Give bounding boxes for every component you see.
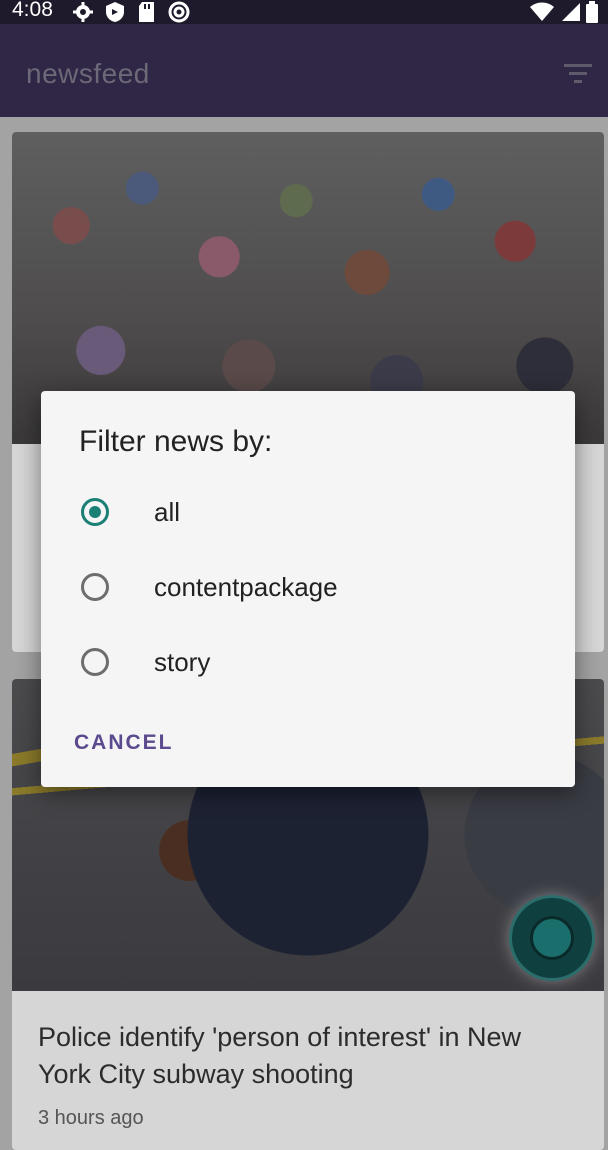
- radio-label: all: [154, 496, 181, 527]
- app-bar: newsfeed: [0, 24, 608, 117]
- status-bar: 4:08: [0, 0, 608, 24]
- filter-dialog: Filter news by: all contentpackage story…: [41, 391, 575, 787]
- record-icon: [530, 916, 574, 960]
- shield-icon: [104, 1, 126, 23]
- radio-option-all[interactable]: all: [81, 492, 561, 532]
- status-icons-left: [72, 1, 190, 23]
- filter-icon: [564, 64, 592, 83]
- card-headline: Police identify 'person of interest' in …: [38, 1022, 522, 1089]
- radio-label: contentpackage: [154, 571, 338, 602]
- sd-card-icon: [136, 1, 158, 23]
- radio-unchecked-icon[interactable]: [81, 648, 109, 676]
- radio-unchecked-icon[interactable]: [81, 573, 109, 601]
- gear-icon: [72, 1, 94, 23]
- floating-action-button[interactable]: [512, 898, 592, 978]
- filter-button[interactable]: [562, 60, 594, 88]
- app-title: newsfeed: [26, 58, 150, 89]
- radio-option-contentpackage[interactable]: contentpackage: [81, 567, 561, 607]
- radio-option-story[interactable]: story: [81, 642, 561, 682]
- card-text: Police identify 'person of interest' in …: [12, 991, 604, 1130]
- cancel-button[interactable]: CANCEL: [74, 731, 174, 755]
- card-time: 3 hours ago: [38, 1107, 144, 1129]
- dialog-title: Filter news by:: [79, 425, 273, 458]
- at-sign-icon: [168, 1, 190, 23]
- status-time: 4:08: [12, 0, 53, 21]
- radio-checked-icon[interactable]: [81, 498, 109, 526]
- radio-label: story: [154, 646, 211, 677]
